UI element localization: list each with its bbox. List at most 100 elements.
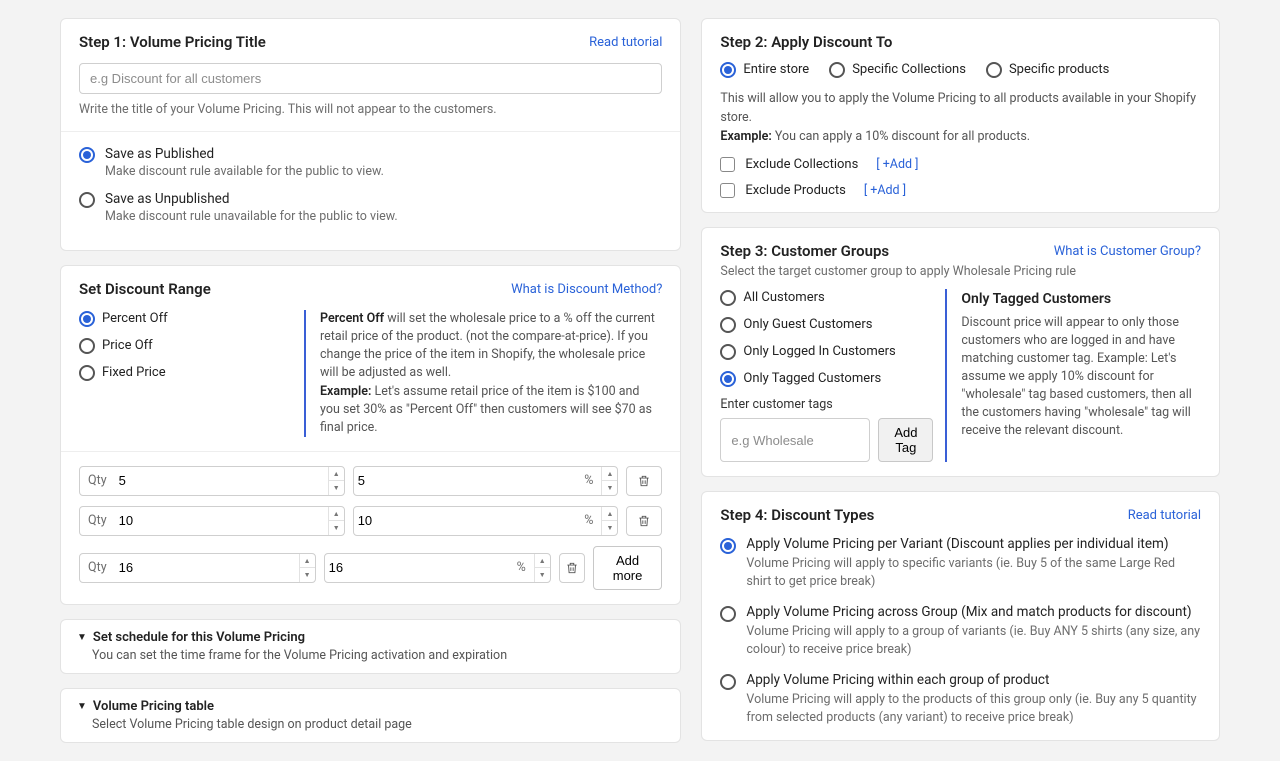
chevron-up-icon[interactable]: ▲ [300,554,315,569]
entire-store-radio[interactable] [720,62,736,78]
percent-off-radio[interactable] [79,311,95,327]
tier-pct-input[interactable] [325,560,509,575]
qty-stepper[interactable]: ▲▼ [328,467,344,495]
delete-tier-button[interactable] [626,466,662,496]
step1-title: Step 1: Volume Pricing Title [79,33,266,51]
enter-tags-label: Enter customer tags [720,397,933,412]
schedule-accordion[interactable]: ▼ Set schedule for this Volume Pricing Yo… [60,619,681,674]
trash-icon [565,561,579,575]
schedule-desc: You can set the time frame for the Volum… [92,648,664,663]
what-is-discount-method-link[interactable]: What is Discount Method? [511,282,662,297]
per-variant-radio[interactable] [720,538,736,554]
qty-prefix: Qty [80,560,115,575]
chevron-up-icon[interactable]: ▲ [329,467,344,482]
save-published-radio[interactable] [79,147,95,163]
step3-subtitle: Select the target customer group to appl… [720,264,1201,279]
qty-prefix: Qty [80,513,115,528]
all-customers-radio[interactable] [720,290,736,306]
save-published-desc: Make discount rule available for the pub… [105,164,384,179]
step2-desc: This will allow you to apply the Volume … [720,90,1201,146]
step3-card: Step 3: Customer Groups What is Customer… [701,227,1220,477]
chevron-down-icon[interactable]: ▼ [300,568,315,582]
specific-collections-label: Specific Collections [852,62,966,77]
what-is-customer-group-link[interactable]: What is Customer Group? [1054,244,1201,259]
chevron-up-icon[interactable]: ▲ [602,467,617,482]
across-group-label: Apply Volume Pricing across Group (Mix a… [746,604,1201,620]
all-customers-label: All Customers [743,290,824,305]
tagged-customers-label: Only Tagged Customers [743,371,881,386]
chevron-down-icon[interactable]: ▼ [329,521,344,535]
qty-stepper[interactable]: ▲▼ [299,554,315,582]
percent-off-label: Percent Off [102,311,168,326]
chevron-down-icon[interactable]: ▼ [602,481,617,495]
logged-in-customers-radio[interactable] [720,344,736,360]
schedule-title: Set schedule for this Volume Pricing [93,630,305,645]
pricing-table-accordion[interactable]: ▼Volume Pricing table Select Volume Pric… [60,688,681,743]
chevron-up-icon[interactable]: ▲ [602,507,617,522]
entire-store-label: Entire store [743,62,809,77]
across-group-radio[interactable] [720,606,736,622]
qty-prefix: Qty [80,473,115,488]
across-group-desc: Volume Pricing will apply to a group of … [746,623,1201,658]
pct-stepper[interactable]: ▲▼ [534,554,550,582]
tier-qty-input[interactable] [115,560,299,575]
step1-card: Step 1: Volume Pricing Title Read tutori… [60,18,681,251]
chevron-down-icon[interactable]: ▼ [329,481,344,495]
tier-row: Qty ▲▼ % ▲▼ [79,466,662,496]
discount-range-title: Set Discount Range [79,280,211,298]
price-off-radio[interactable] [79,338,95,354]
guest-customers-label: Only Guest Customers [743,317,872,332]
qty-stepper[interactable]: ▲▼ [328,507,344,535]
per-variant-label: Apply Volume Pricing per Variant (Discou… [746,536,1201,552]
customer-group-explanation: Only Tagged Customers Discount price wil… [945,289,1201,462]
pct-suffix: % [576,473,601,488]
volume-pricing-title-input[interactable] [79,63,662,94]
pct-suffix: % [576,513,601,528]
chevron-up-icon[interactable]: ▲ [535,554,550,569]
specific-products-label: Specific products [1009,62,1109,77]
price-off-label: Price Off [102,338,153,353]
caret-down-icon: ▼ [77,632,87,643]
discount-range-card: Set Discount Range What is Discount Meth… [60,265,681,605]
chevron-down-icon[interactable]: ▼ [535,568,550,582]
exclude-collections-checkbox[interactable] [720,157,735,172]
delete-tier-button[interactable] [626,506,662,536]
within-each-group-label: Apply Volume Pricing within each group o… [746,672,1201,688]
within-each-group-radio[interactable] [720,674,736,690]
step4-title: Step 4: Discount Types [720,506,874,524]
add-tag-button[interactable]: Add Tag [878,418,933,462]
fixed-price-label: Fixed Price [102,365,166,380]
step1-help-text: Write the title of your Volume Pricing. … [79,102,662,117]
step4-read-tutorial-link[interactable]: Read tutorial [1128,508,1201,523]
trash-icon [637,514,651,528]
step1-read-tutorial-link[interactable]: Read tutorial [589,35,662,50]
tagged-customers-radio[interactable] [720,371,736,387]
specific-products-radio[interactable] [986,62,1002,78]
delete-tier-button[interactable] [559,553,585,583]
fixed-price-radio[interactable] [79,365,95,381]
chevron-down-icon[interactable]: ▼ [602,521,617,535]
exclude-products-checkbox[interactable] [720,183,735,198]
add-more-button[interactable]: Add more [593,546,663,590]
customer-tag-input[interactable] [720,418,870,462]
tier-pct-input[interactable] [354,473,577,488]
tier-pct-input[interactable] [354,513,577,528]
add-exclude-collections-link[interactable]: [ +Add ] [876,157,918,172]
per-variant-desc: Volume Pricing will apply to specific va… [746,555,1201,590]
tier-qty-input[interactable] [115,513,328,528]
step2-title: Step 2: Apply Discount To [720,33,1201,51]
tier-qty-input[interactable] [115,473,328,488]
step2-card: Step 2: Apply Discount To Entire store S… [701,18,1220,213]
chevron-up-icon[interactable]: ▲ [329,507,344,522]
tier-row: Qty ▲▼ % ▲▼ Add more [79,546,662,590]
pct-stepper[interactable]: ▲▼ [601,507,617,535]
add-exclude-products-link[interactable]: [ +Add ] [864,183,906,198]
specific-collections-radio[interactable] [829,62,845,78]
save-published-label: Save as Published [105,146,384,162]
step3-title: Step 3: Customer Groups [720,242,889,260]
tier-row: Qty ▲▼ % ▲▼ [79,506,662,536]
logged-in-customers-label: Only Logged In Customers [743,344,895,359]
save-unpublished-radio[interactable] [79,192,95,208]
guest-customers-radio[interactable] [720,317,736,333]
pct-stepper[interactable]: ▲▼ [601,467,617,495]
